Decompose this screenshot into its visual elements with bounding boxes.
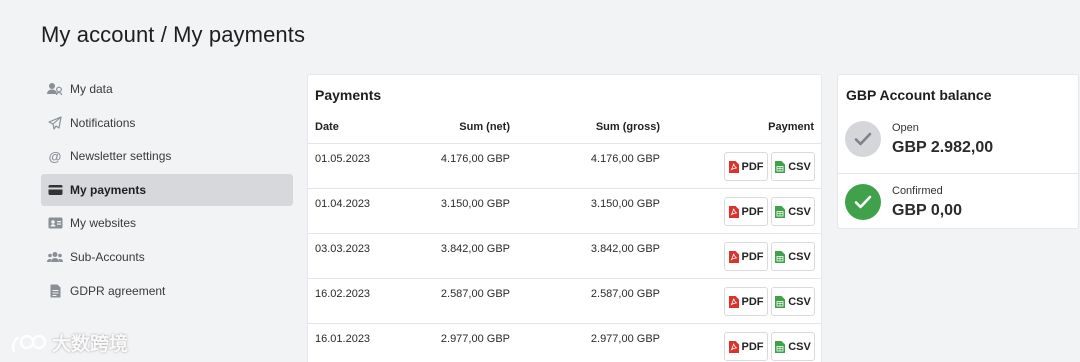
pdf-file-icon (728, 250, 739, 263)
row-gross: 3.842,00 GBP (590, 243, 660, 255)
page-title: My account / My payments (41, 22, 306, 47)
table-row: 01.04.2023 3.150,00 GBP 3.150,00 GBP PDF… (308, 189, 821, 234)
sidebar-item-label: My payments (70, 182, 147, 197)
sidebar-item-newsletter-settings[interactable]: @ Newsletter settings (41, 140, 293, 172)
sidebar-item-my-websites[interactable]: My websites (41, 207, 293, 239)
sidebar-item-label: GDPR agreement (70, 283, 166, 298)
payments-table-header: Date Sum (net) Sum (gross) Payment (308, 120, 821, 144)
users-icon (47, 249, 63, 265)
balance-open-row: Open GBP 2.982,00 (838, 112, 1078, 174)
csv-file-icon (775, 205, 786, 218)
pdf-file-icon (728, 295, 739, 308)
column-header-net: Sum (net) (459, 121, 510, 133)
row-date: 16.02.2023 (315, 288, 371, 300)
csv-download-button[interactable]: CSV (771, 242, 815, 271)
sidebar-item-my-data[interactable]: My data (41, 73, 293, 105)
csv-file-icon (775, 250, 786, 263)
at-icon: @ (48, 148, 62, 164)
pdf-download-button[interactable]: PDF (724, 332, 768, 361)
row-date: 01.04.2023 (315, 198, 371, 210)
sidebar-item-notifications[interactable]: Notifications (41, 107, 293, 139)
sidebar-item-label: Newsletter settings (70, 149, 172, 164)
check-circle-icon (845, 184, 881, 220)
pdf-file-icon (728, 205, 739, 218)
watermark: 大数跨境 (10, 329, 128, 356)
table-row: 01.05.2023 4.176,00 GBP 4.176,00 GBP PDF… (308, 144, 821, 189)
watermark-logo-icon (11, 334, 47, 352)
check-circle-icon (845, 121, 881, 157)
row-net: 3.150,00 GBP (440, 198, 510, 210)
sidebar-item-label: Sub-Accounts (70, 249, 145, 264)
payments-title: Payments (315, 87, 382, 103)
pdf-file-icon (728, 160, 739, 173)
watermark-text: 大数跨境 (52, 334, 129, 355)
csv-download-button[interactable]: CSV (771, 332, 815, 361)
account-balance-card: GBP Account balance Open GBP 2.982,00 Co… (837, 74, 1079, 229)
row-gross: 3.150,00 GBP (590, 198, 660, 210)
row-net: 3.842,00 GBP (440, 243, 510, 255)
payments-card: Payments Date Sum (net) Sum (gross) Paym… (307, 74, 822, 362)
pdf-download-button[interactable]: PDF (724, 287, 768, 316)
sidebar-item-gdpr-agreement[interactable]: GDPR agreement (41, 275, 293, 307)
balance-open-label: Open (892, 122, 919, 134)
table-row: 16.01.2023 2.977,00 GBP 2.977,00 GBP PDF… (308, 324, 821, 362)
balance-confirmed-value: GBP 0,00 (892, 202, 962, 219)
sidebar-item-sub-accounts[interactable]: Sub-Accounts (41, 241, 293, 273)
pdf-download-button[interactable]: PDF (724, 242, 768, 271)
csv-file-icon (775, 340, 786, 353)
pdf-download-button[interactable]: PDF (724, 197, 768, 226)
csv-download-button[interactable]: CSV (771, 287, 815, 316)
pdf-download-button[interactable]: PDF (724, 152, 768, 181)
column-header-date: Date (315, 121, 339, 133)
row-net: 2.587,00 GBP (440, 288, 510, 300)
balance-confirmed-label: Confirmed (892, 185, 943, 197)
credit-card-icon (47, 182, 63, 198)
csv-file-icon (775, 295, 786, 308)
table-row: 16.02.2023 2.587,00 GBP 2.587,00 GBP PDF… (308, 279, 821, 324)
row-net: 4.176,00 GBP (440, 153, 510, 165)
column-header-gross: Sum (gross) (595, 121, 660, 133)
sidebar-item-label: My websites (70, 216, 137, 231)
csv-file-icon (775, 160, 786, 173)
balance-title: GBP Account balance (846, 87, 992, 103)
id-card-icon (47, 215, 63, 231)
column-header-payment: Payment (768, 121, 814, 133)
csv-download-button[interactable]: CSV (771, 152, 815, 181)
row-date: 16.01.2023 (315, 333, 371, 345)
csv-download-button[interactable]: CSV (771, 197, 815, 226)
balance-confirmed-row: Confirmed GBP 0,00 (838, 175, 1078, 237)
pdf-file-icon (728, 340, 739, 353)
row-date: 03.03.2023 (315, 243, 371, 255)
row-gross: 2.977,00 GBP (590, 333, 660, 345)
sidebar-item-label: Notifications (70, 115, 136, 130)
sidebar-item-my-payments[interactable]: My payments (41, 173, 293, 206)
row-gross: 4.176,00 GBP (590, 153, 660, 165)
balance-open-value: GBP 2.982,00 (892, 139, 994, 156)
row-date: 01.05.2023 (315, 153, 371, 165)
table-row: 03.03.2023 3.842,00 GBP 3.842,00 GBP PDF… (308, 234, 821, 279)
row-gross: 2.587,00 GBP (590, 288, 660, 300)
row-net: 2.977,00 GBP (440, 333, 510, 345)
user-group-icon (47, 81, 63, 97)
paper-plane-icon (47, 115, 63, 131)
document-icon (47, 283, 63, 299)
sidebar-item-label: My data (70, 82, 113, 96)
account-sidebar: My data Notifications @ Newsletter setti… (41, 73, 293, 308)
